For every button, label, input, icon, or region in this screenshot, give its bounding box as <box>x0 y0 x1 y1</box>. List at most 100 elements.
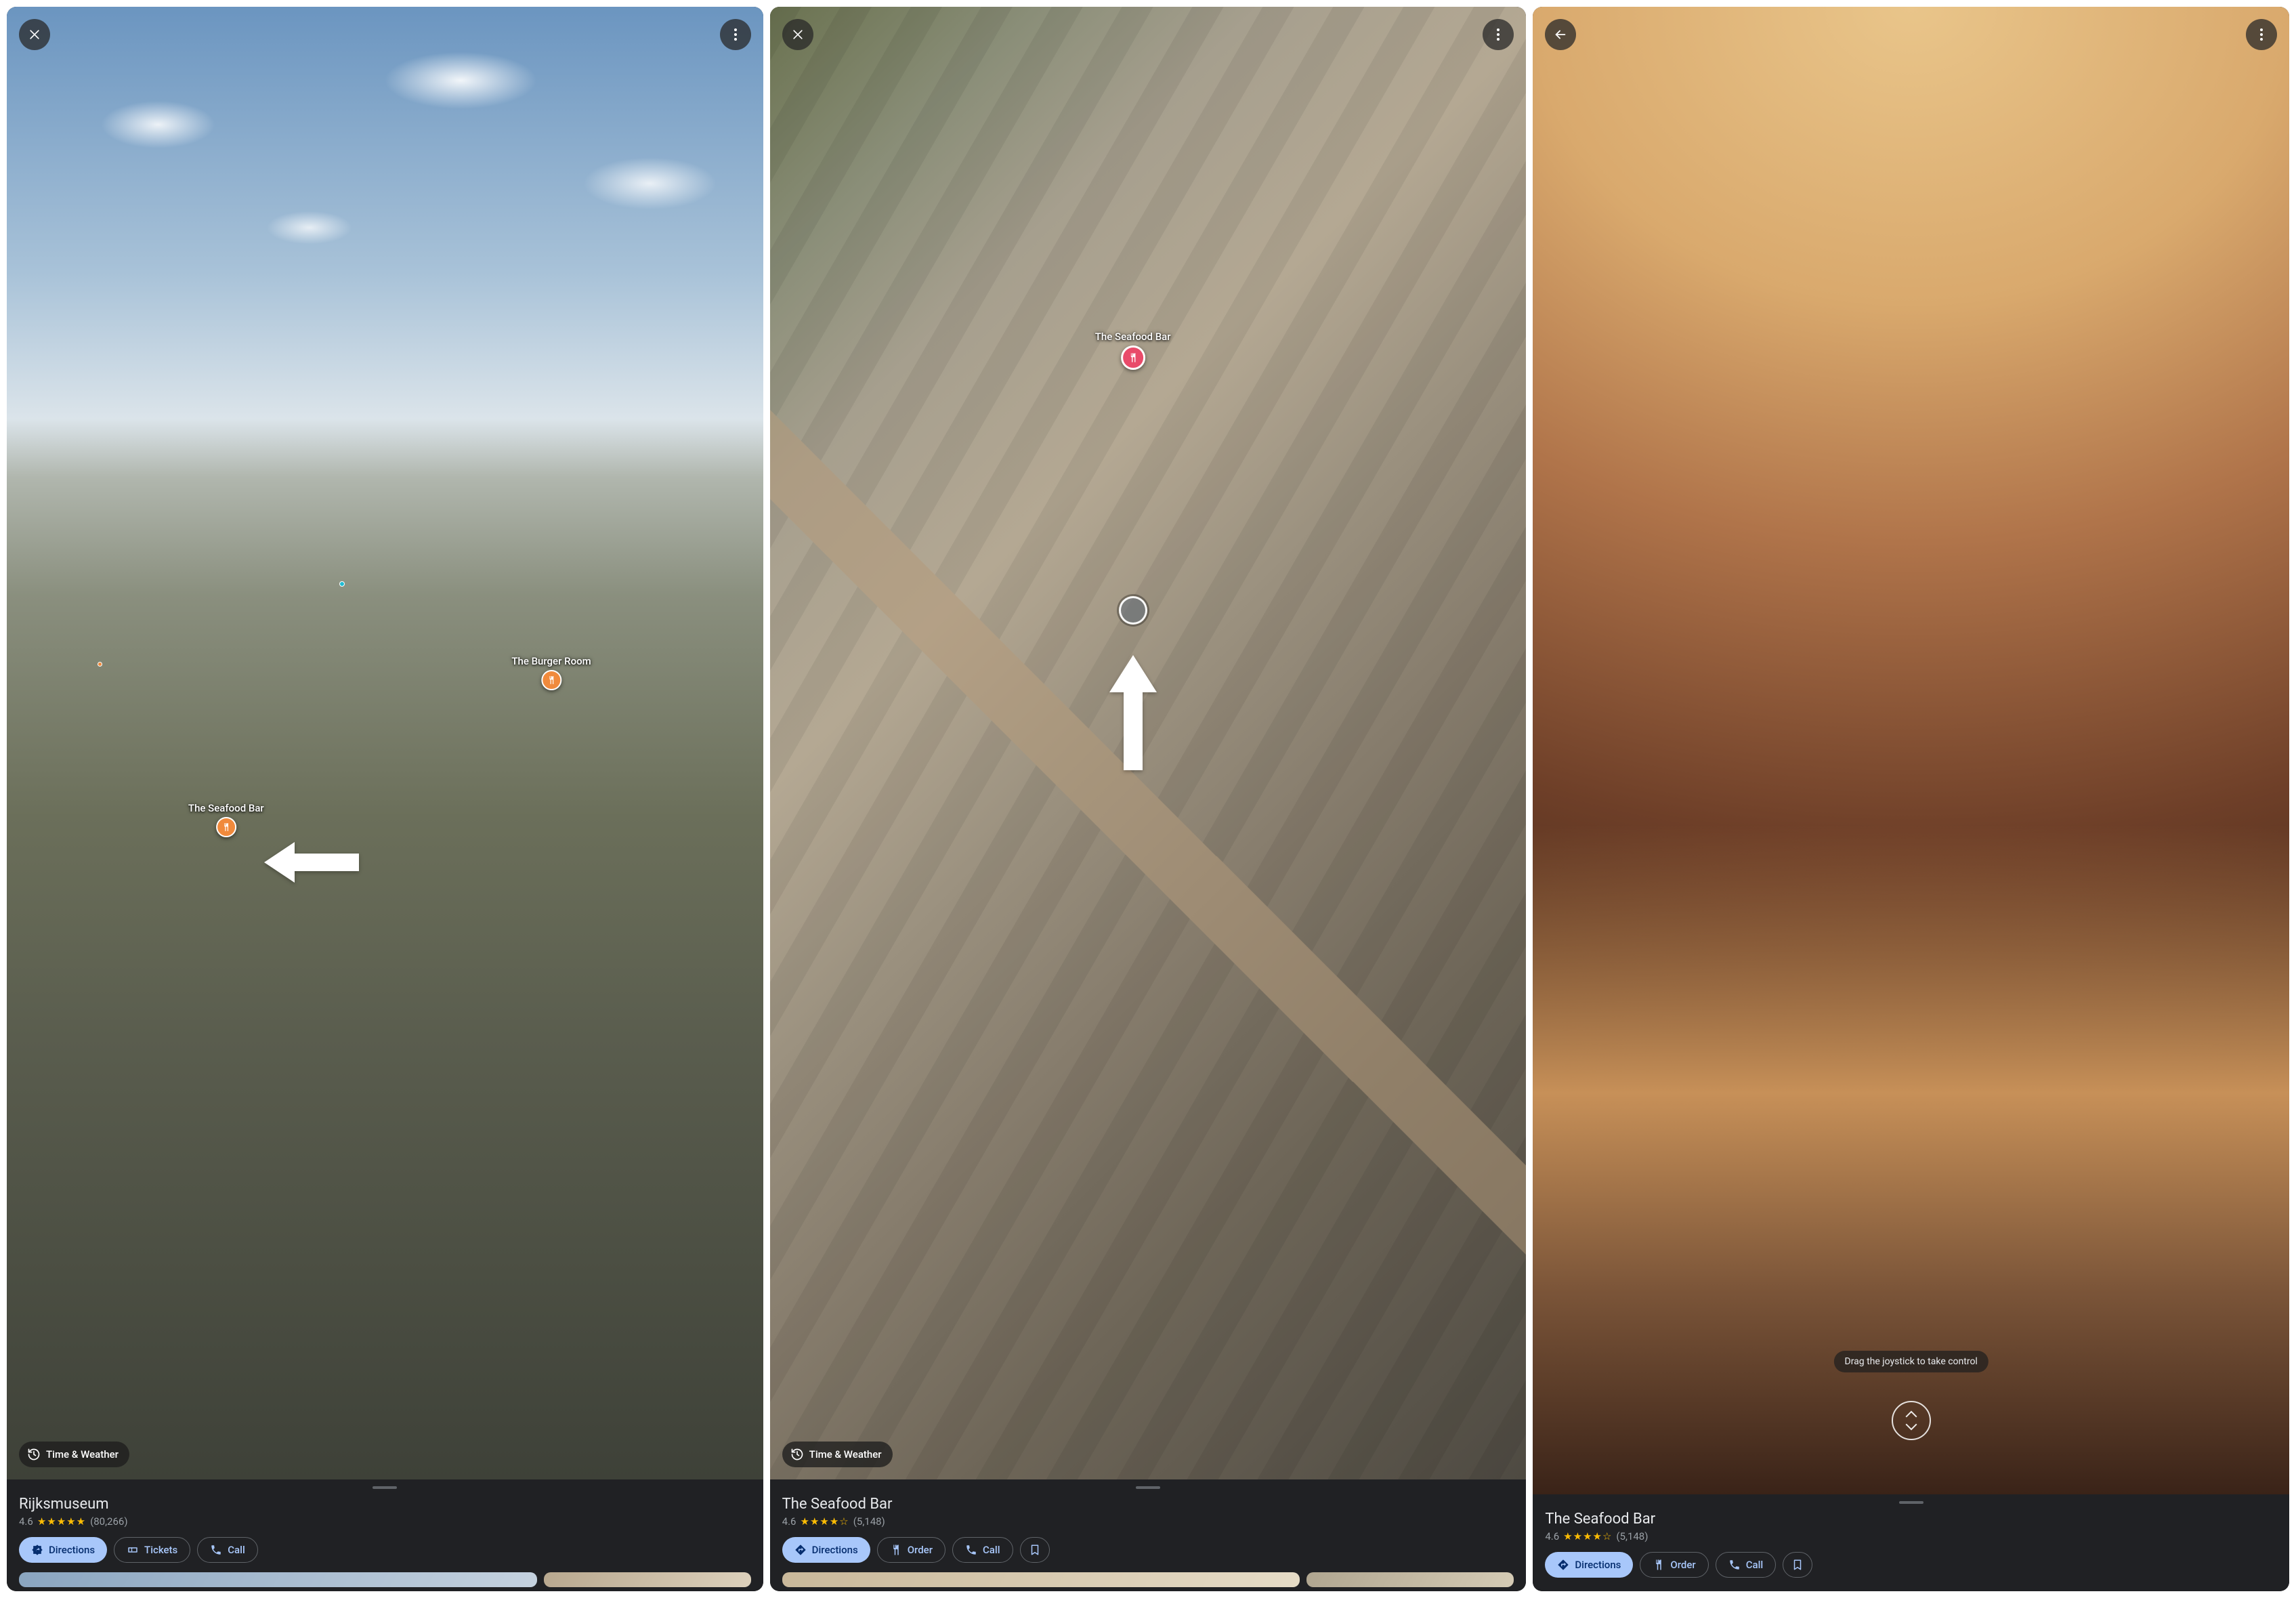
more-vert-icon <box>1497 28 1500 41</box>
back-button[interactable] <box>1545 19 1576 50</box>
phone-icon <box>1728 1559 1741 1571</box>
poi-label-seafood-bar[interactable]: The Seafood Bar <box>1095 331 1171 370</box>
chip-label: Directions <box>1575 1559 1621 1571</box>
close-icon <box>791 28 805 41</box>
close-icon <box>28 28 41 41</box>
immersive-map-view[interactable]: The Burger Room The Seafood Bar Time & W… <box>7 7 763 1479</box>
place-title: Rijksmuseum <box>19 1496 751 1513</box>
call-button[interactable]: Call <box>952 1537 1013 1563</box>
rating-stars-icon: ★★★★☆ <box>1563 1530 1612 1542</box>
annotation-arrow-up <box>1106 655 1160 770</box>
phone-icon <box>210 1544 222 1556</box>
more-options-button[interactable] <box>720 19 751 50</box>
poi-text: The Burger Room <box>511 655 591 667</box>
chip-label: Directions <box>812 1544 858 1556</box>
chip-label: Directions <box>49 1544 95 1556</box>
time-weather-button[interactable]: Time & Weather <box>19 1442 129 1467</box>
rating-value: 4.6 <box>19 1515 33 1528</box>
poi-label-seafood-bar[interactable]: The Seafood Bar <box>188 802 264 837</box>
sheet-drag-handle[interactable] <box>373 1486 397 1489</box>
place-title: The Seafood Bar <box>1545 1511 2277 1528</box>
review-count: (5,148) <box>1616 1530 1648 1542</box>
directions-button[interactable]: Directions <box>19 1537 107 1563</box>
restaurant-pin-icon <box>1121 345 1145 370</box>
save-button[interactable] <box>1783 1552 1812 1578</box>
location-dot <box>339 581 345 587</box>
joystick-hint: Drag the joystick to take control <box>1834 1351 1989 1372</box>
action-chip-row: Directions Tickets Call <box>19 1537 751 1572</box>
rating-stars-icon: ★★★★★ <box>37 1515 86 1528</box>
immersive-map-view[interactable]: The Seafood Bar Time & Weather <box>770 7 1527 1479</box>
sheet-drag-handle[interactable] <box>1899 1501 1923 1504</box>
bookmark-icon <box>1029 1544 1041 1556</box>
more-vert-icon <box>2260 28 2263 41</box>
more-vert-icon <box>734 28 737 41</box>
call-button[interactable]: Call <box>197 1537 258 1563</box>
annotation-arrow-left <box>264 839 359 886</box>
directions-button[interactable]: Directions <box>1545 1552 1633 1578</box>
joystick-control[interactable] <box>1892 1401 1931 1440</box>
rating-row: 4.6 ★★★★★ (80,266) <box>19 1515 751 1528</box>
location-dot <box>98 662 102 667</box>
save-button[interactable] <box>1020 1537 1050 1563</box>
restaurant-pin-icon <box>216 817 236 837</box>
arrow-back-icon <box>1553 27 1568 42</box>
photo-thumbnail[interactable] <box>544 1572 751 1587</box>
poi-text: The Seafood Bar <box>188 802 264 814</box>
photo-thumbnail[interactable] <box>1306 1572 1514 1587</box>
rating-value: 4.6 <box>782 1515 796 1528</box>
directions-button[interactable]: Directions <box>782 1537 870 1563</box>
order-button[interactable]: Order <box>877 1537 945 1563</box>
ticket-icon <box>127 1544 139 1556</box>
action-chip-row: Directions Order Call <box>1545 1552 2277 1587</box>
directions-icon <box>794 1544 807 1556</box>
tickets-button[interactable]: Tickets <box>114 1537 190 1563</box>
bookmark-icon <box>1791 1559 1804 1571</box>
phone-icon <box>965 1544 977 1556</box>
place-sheet: The Seafood Bar 4.6 ★★★★☆ (5,148) Direct… <box>1533 1494 2289 1591</box>
poi-label-burger-room[interactable]: The Burger Room <box>511 655 591 690</box>
chip-label: Tickets <box>144 1544 177 1556</box>
directions-icon <box>1557 1559 1569 1571</box>
rating-row: 4.6 ★★★★☆ (5,148) <box>782 1515 1514 1528</box>
photo-strip[interactable] <box>19 1572 751 1587</box>
poi-text: The Seafood Bar <box>1095 331 1171 343</box>
more-options-button[interactable] <box>2246 19 2277 50</box>
sheet-drag-handle[interactable] <box>1136 1486 1160 1489</box>
close-button[interactable] <box>782 19 813 50</box>
immersive-interior-view[interactable]: Drag the joystick to take control <box>1533 7 2289 1494</box>
clock-refresh-icon <box>27 1448 41 1461</box>
chip-label: Call <box>983 1544 1000 1556</box>
screenshot-panel-1: The Burger Room The Seafood Bar Time & W… <box>7 7 763 1591</box>
time-weather-button[interactable]: Time & Weather <box>782 1442 893 1467</box>
chip-label: Order <box>1670 1559 1695 1571</box>
rating-row: 4.6 ★★★★☆ (5,148) <box>1545 1530 2277 1542</box>
photo-strip[interactable] <box>782 1572 1514 1587</box>
review-count: (80,266) <box>90 1515 127 1528</box>
time-weather-label: Time & Weather <box>809 1448 882 1460</box>
rating-value: 4.6 <box>1545 1530 1559 1542</box>
restaurant-pin-icon <box>541 670 561 690</box>
place-sheet: Rijksmuseum 4.6 ★★★★★ (80,266) Direction… <box>7 1479 763 1591</box>
clock-refresh-icon <box>790 1448 804 1461</box>
chip-label: Call <box>228 1544 245 1556</box>
order-button[interactable]: Order <box>1640 1552 1708 1578</box>
chip-label: Call <box>1746 1559 1764 1571</box>
fork-knife-icon <box>890 1544 902 1556</box>
chevron-down-icon <box>1905 1419 1917 1431</box>
close-button[interactable] <box>19 19 50 50</box>
more-options-button[interactable] <box>1483 19 1514 50</box>
chip-label: Order <box>908 1544 933 1556</box>
fork-knife-icon <box>1653 1559 1665 1571</box>
call-button[interactable]: Call <box>1716 1552 1777 1578</box>
screenshot-panel-3: Drag the joystick to take control The Se… <box>1533 7 2289 1591</box>
time-weather-label: Time & Weather <box>46 1448 119 1460</box>
photo-thumbnail[interactable] <box>782 1572 1300 1587</box>
directions-icon <box>31 1544 43 1556</box>
place-sheet: The Seafood Bar 4.6 ★★★★☆ (5,148) Direct… <box>770 1479 1527 1591</box>
photo-thumbnail[interactable] <box>19 1572 537 1587</box>
place-title: The Seafood Bar <box>782 1496 1514 1513</box>
rating-stars-icon: ★★★★☆ <box>801 1515 849 1528</box>
review-count: (5,148) <box>853 1515 885 1528</box>
streetview-pegman[interactable] <box>1119 596 1147 625</box>
